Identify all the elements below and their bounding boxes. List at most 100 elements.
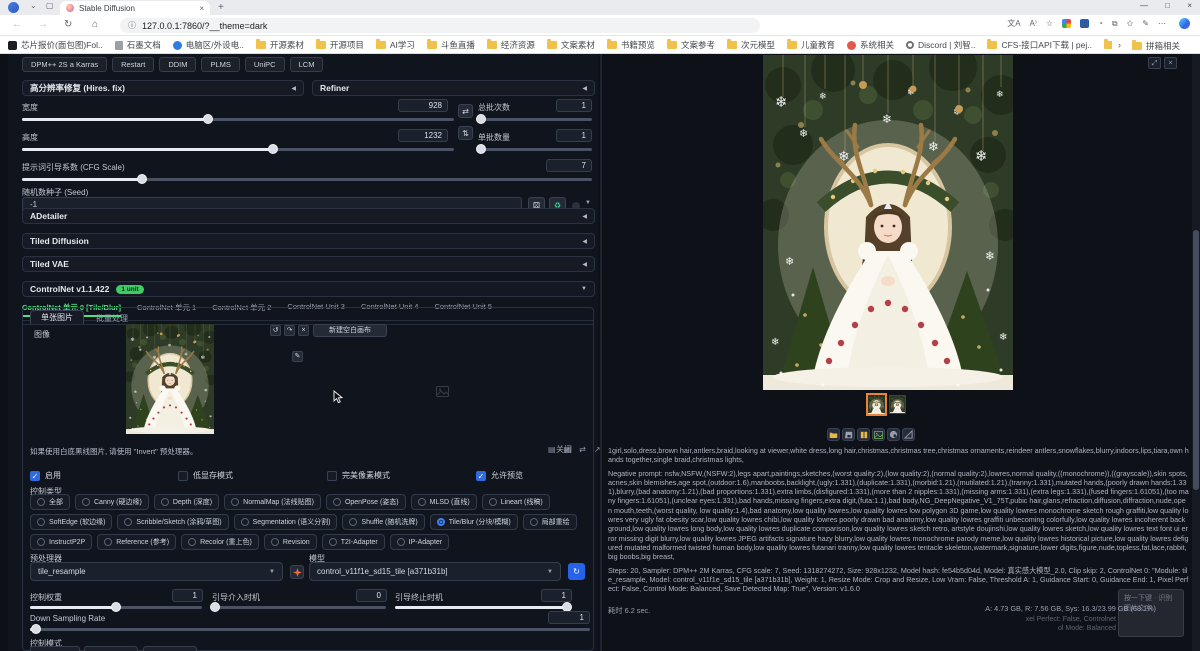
- redo-icon[interactable]: ↷: [284, 325, 295, 336]
- sampler-option[interactable]: DPM++ 2S a Karras: [22, 57, 107, 72]
- control-type-option[interactable]: 全部: [30, 494, 70, 510]
- width-value[interactable]: 928: [398, 99, 448, 112]
- control-type-option[interactable]: 局部重绘: [523, 514, 577, 530]
- gallery-thumbnail[interactable]: [889, 395, 906, 414]
- tab-single-image[interactable]: 单张图片: [30, 310, 84, 324]
- copilot-icon[interactable]: [1179, 18, 1190, 29]
- refresh-models-button[interactable]: ↻: [568, 563, 585, 580]
- refiner-accordion[interactable]: Refiner◀: [312, 80, 595, 96]
- read-aloud-icon[interactable]: A⁾: [1030, 19, 1037, 28]
- model-dropdown[interactable]: control_v11f1e_sd15_tile [a371b31b]▼: [309, 562, 561, 581]
- split-screen-icon[interactable]: ⧉: [1112, 19, 1118, 29]
- translate-icon[interactable]: 文A: [1007, 18, 1020, 29]
- bookmark-item[interactable]: 儿童教育: [787, 39, 835, 51]
- bookmark-item[interactable]: 经济资源: [487, 39, 535, 51]
- bookmark-item[interactable]: 次元模型: [727, 39, 775, 51]
- page-scrollbar-thumb[interactable]: [1193, 230, 1199, 490]
- control-type-option[interactable]: Lineart (线稿): [482, 494, 550, 510]
- bookmark-item[interactable]: Discord | 刘智..: [906, 39, 975, 51]
- control-type-option[interactable]: Segmentation (语义分割): [234, 514, 338, 530]
- note-doc-icon[interactable]: ▤: [548, 445, 556, 454]
- bookmark-item[interactable]: 斗鱼直播: [427, 39, 475, 51]
- forward-icon[interactable]: →: [38, 19, 48, 30]
- adetailer-accordion[interactable]: ADetailer◀: [22, 208, 595, 224]
- width-slider[interactable]: [22, 118, 454, 121]
- control-type-option[interactable]: Canny (硬边缘): [75, 494, 149, 510]
- control-mode-options-clipped[interactable]: [30, 646, 200, 651]
- workspace-icon[interactable]: ▢: [46, 1, 54, 10]
- save-image-button[interactable]: [842, 428, 855, 441]
- control-type-option[interactable]: IP-Adapter: [390, 534, 449, 550]
- browser-tab[interactable]: Stable Diffusion ×: [60, 1, 210, 15]
- url-bar[interactable]: ⓘ 127.0.0.1:7860/?__theme=dark: [120, 18, 760, 33]
- bookmark-item[interactable]: 石墨文档: [115, 39, 161, 51]
- control-type-option[interactable]: Depth (深度): [154, 494, 219, 510]
- controlnet-input-image[interactable]: [126, 324, 214, 434]
- batch-size-slider[interactable]: [478, 148, 592, 151]
- refresh-icon[interactable]: ↻: [64, 19, 72, 30]
- guidance-start-slider[interactable]: [212, 606, 386, 609]
- bookmark-item[interactable]: CFS-接口API下载 | pej..: [987, 39, 1092, 51]
- downsample-value[interactable]: 1: [548, 611, 590, 624]
- control-type-option[interactable]: Revision: [264, 534, 317, 550]
- bookmark-item[interactable]: 电脑区/外设电..: [173, 39, 244, 51]
- more-menu-icon[interactable]: ⋯: [1158, 19, 1166, 28]
- tab-search-icon[interactable]: ⌄: [30, 1, 37, 10]
- lowvram-checkbox[interactable]: 低显存模式: [178, 470, 233, 481]
- generated-image[interactable]: [763, 55, 1013, 390]
- sampler-option[interactable]: PLMS: [201, 57, 239, 72]
- profile-avatar[interactable]: [8, 2, 19, 13]
- sampler-option[interactable]: LCM: [290, 57, 324, 72]
- bookmark-item[interactable]: 开源素材: [256, 39, 304, 51]
- clear-image-icon[interactable]: ×: [298, 325, 309, 336]
- aspect-ratio-button[interactable]: ⇅: [458, 126, 473, 140]
- undo-icon[interactable]: ↺: [270, 325, 281, 336]
- bookmarks-overflow-icon[interactable]: ›: [1118, 40, 1121, 50]
- window-minimize-button[interactable]: —: [1140, 1, 1148, 10]
- send-to-img2img-button[interactable]: [872, 428, 885, 441]
- control-type-option[interactable]: Scribble/Sketch (涂鸦/草图): [117, 514, 228, 530]
- control-weight-slider[interactable]: [30, 606, 202, 609]
- window-close-button[interactable]: ×: [1187, 1, 1192, 10]
- downsample-slider[interactable]: [30, 628, 590, 631]
- guidance-end-value[interactable]: 1: [541, 589, 572, 602]
- control-type-option-selected[interactable]: Tile/Blur (分块/模糊): [430, 514, 518, 530]
- tiled-diffusion-accordion[interactable]: Tiled Diffusion◀: [22, 233, 595, 249]
- bookmark-item[interactable]: AI学习: [376, 39, 415, 51]
- hires-fix-accordion[interactable]: 高分辨率修复 (Hires. fix)◀: [22, 80, 304, 96]
- cfg-scale-value[interactable]: 7: [546, 159, 592, 172]
- save-zip-button[interactable]: [857, 428, 870, 441]
- home-icon[interactable]: ⌂: [92, 19, 98, 30]
- control-type-option[interactable]: T2I-Adapter: [322, 534, 385, 550]
- cfg-scale-slider[interactable]: [22, 178, 592, 181]
- preprocessor-dropdown[interactable]: tile_resample▼: [30, 562, 283, 581]
- favorites-bar-icon[interactable]: ✩: [1127, 19, 1134, 28]
- swap-io-icon[interactable]: ⇄: [579, 445, 586, 454]
- bookmark-item[interactable]: 拼箱相关: [1132, 40, 1180, 52]
- pixel-perfect-checkbox[interactable]: 完美像素模式: [327, 470, 390, 481]
- bookmark-item[interactable]: 开源项目: [316, 39, 364, 51]
- edit-icon[interactable]: ✎: [1142, 19, 1149, 28]
- batch-size-value[interactable]: 1: [556, 129, 592, 142]
- bookmark-item[interactable]: 芯片报价(面包图)Fol..: [8, 39, 103, 51]
- note-grid-icon[interactable]: ▦: [564, 445, 572, 454]
- new-tab-button[interactable]: +: [218, 2, 224, 13]
- control-type-option[interactable]: Reference (参考): [97, 534, 176, 550]
- swap-dimensions-button[interactable]: ⇄: [458, 104, 473, 118]
- window-maximize-button[interactable]: □: [1165, 1, 1170, 10]
- control-type-option[interactable]: SoftEdge (软边缘): [30, 514, 112, 530]
- bookmark-item[interactable]: 系统相关: [847, 39, 894, 51]
- enable-checkbox[interactable]: ✓启用: [30, 470, 61, 481]
- bookmark-item[interactable]: 文案素材: [547, 39, 595, 51]
- history-icon[interactable]: ◔: [1098, 19, 1103, 28]
- new-canvas-button[interactable]: 新建空白画布: [313, 324, 387, 337]
- allow-preview-checkbox[interactable]: ✓允许预览: [476, 470, 523, 481]
- height-value[interactable]: 1232: [398, 129, 448, 142]
- extension-blue-icon[interactable]: 回: [1080, 19, 1089, 28]
- favorite-star-icon[interactable]: ☆: [1046, 19, 1053, 28]
- batch-count-value[interactable]: 1: [556, 99, 592, 112]
- control-type-option[interactable]: OpenPose (姿态): [326, 494, 406, 510]
- sampler-option[interactable]: DDIM: [159, 57, 196, 72]
- batch-count-slider[interactable]: [478, 118, 592, 121]
- sampler-option[interactable]: Restart: [112, 57, 154, 72]
